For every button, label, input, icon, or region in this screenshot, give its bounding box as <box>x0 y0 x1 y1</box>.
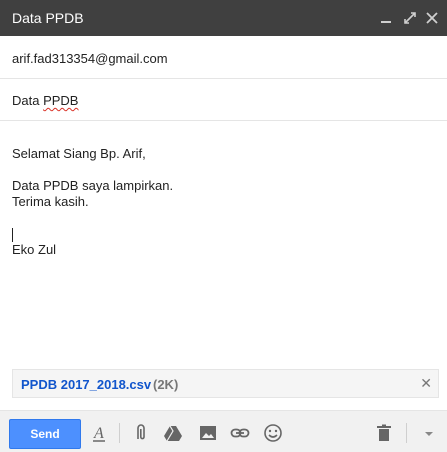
attach-icon[interactable] <box>131 423 151 443</box>
svg-text:A: A <box>93 425 104 442</box>
body-line-1: Data PPDB saya lampirkan. <box>12 178 174 193</box>
attachment-name[interactable]: PPDB 2017_2018.csv <box>21 377 151 392</box>
attachment-chip[interactable]: PPDB 2017_2018.csv (2K) ✕ <box>12 369 439 398</box>
more-options-icon[interactable] <box>419 423 439 443</box>
send-button[interactable]: Send <box>9 419 81 449</box>
trash-icon[interactable] <box>374 423 394 443</box>
message-body[interactable]: Selamat Siang Bp. Arif, Data PPDB saya l… <box>12 146 432 258</box>
compose-titlebar[interactable]: Data PPDB <box>0 0 447 36</box>
to-field[interactable]: arif.fad313354@gmail.com <box>0 36 447 79</box>
attachment-size: (2K) <box>153 377 179 392</box>
compose-title: Data PPDB <box>12 10 84 26</box>
remove-attachment-icon[interactable]: ✕ <box>420 375 432 392</box>
emoji-icon[interactable] <box>263 423 283 443</box>
insert-photo-icon[interactable] <box>198 423 218 443</box>
format-text-icon[interactable]: A <box>89 423 109 443</box>
close-icon[interactable] <box>424 9 440 27</box>
body-greeting: Selamat Siang Bp. Arif, <box>12 146 146 161</box>
text-caret <box>12 226 432 242</box>
to-value: arif.fad313354@gmail.com <box>12 51 168 66</box>
subject-word: Data <box>12 93 44 108</box>
subject-field[interactable]: Data PPDB <box>0 79 447 121</box>
insert-link-icon[interactable] <box>230 423 250 443</box>
compose-toolbar: Send A <box>0 410 447 452</box>
subject-squiggle-word: PPDB <box>43 93 79 108</box>
fullscreen-icon[interactable] <box>402 9 418 27</box>
minimize-icon[interactable] <box>378 9 394 27</box>
body-line-2: Terima kasih. <box>12 194 89 209</box>
toolbar-separator <box>119 423 120 443</box>
drive-icon[interactable] <box>163 423 183 443</box>
subject-value: Data PPDB <box>12 93 78 108</box>
body-signature: Eko Zul <box>12 242 57 257</box>
toolbar-separator <box>406 423 407 443</box>
